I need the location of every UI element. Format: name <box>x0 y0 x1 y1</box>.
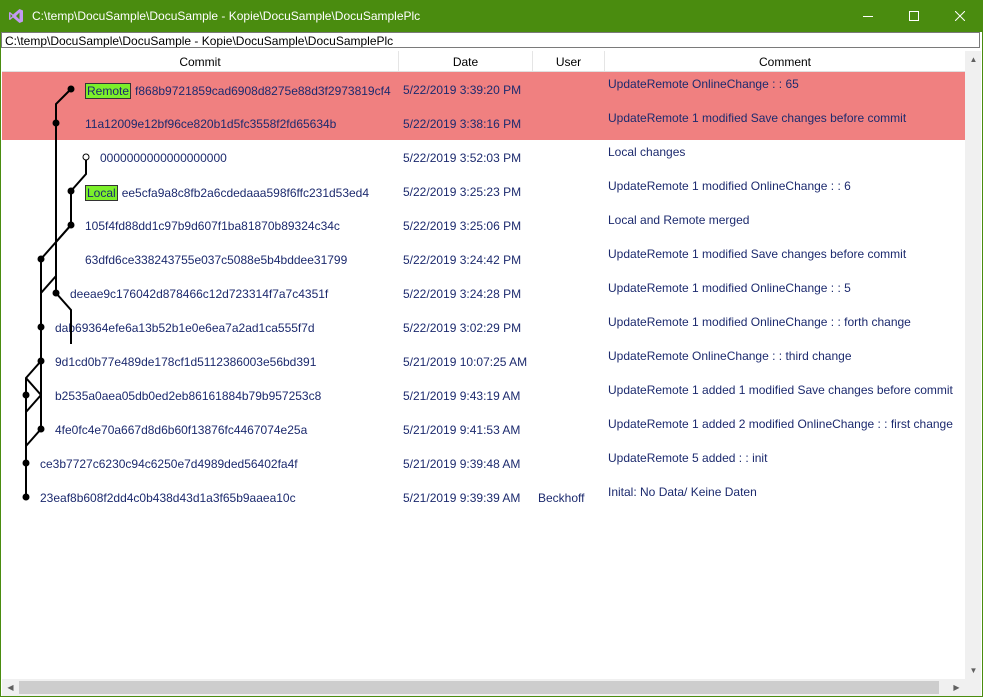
close-button[interactable] <box>937 0 983 32</box>
close-icon <box>955 11 965 21</box>
repository-path-field[interactable]: C:\temp\DocuSample\DocuSample - Kopie\Do… <box>1 32 980 48</box>
commit-hash: 63dfd6ce338243755e037c5088e5b4bddee31799 <box>85 253 348 267</box>
commit-date: 5/21/2019 9:41:53 AM <box>403 423 521 437</box>
horizontal-scroll-thumb[interactable] <box>19 681 939 694</box>
commit-comment: UpdateRemote 1 modified Save changes bef… <box>608 111 907 125</box>
window-title: C:\temp\DocuSample\DocuSample - Kopie\Do… <box>32 9 421 23</box>
commit-date: 5/22/2019 3:25:06 PM <box>403 219 522 233</box>
commit-row[interactable]: 63dfd6ce338243755e037c5088e5b4bddee31799… <box>2 242 965 276</box>
commit-comment: UpdateRemote 5 added : : init <box>608 451 768 465</box>
commit-row[interactable]: 105f4fd88dd1c97b9d607f1ba81870b89324c34c… <box>2 208 965 242</box>
commit-date: 5/22/2019 3:02:29 PM <box>403 321 522 335</box>
commit-comment: UpdateRemote 1 modified OnlineChange : :… <box>608 315 911 329</box>
graph-node <box>22 391 30 399</box>
commit-hash: 105f4fd88dd1c97b9d607f1ba81870b89324c34c <box>85 219 340 233</box>
commit-comment: UpdateRemote 1 modified OnlineChange : :… <box>608 281 851 295</box>
commit-row[interactable]: Local ee5cfa9a8c8fb2a6cdedaaa598f6ffc231d… <box>2 174 965 208</box>
commit-cell: 11a12009e12bf96ce820b1d5fc3558f2fd65634b <box>85 117 336 131</box>
commit-date: 5/22/2019 3:52:03 PM <box>403 151 522 165</box>
commit-date: 5/22/2019 3:39:20 PM <box>403 83 522 97</box>
commit-comment: UpdateRemote 1 added 1 modified Save cha… <box>608 383 953 397</box>
column-header-comment[interactable]: Comment <box>605 51 965 71</box>
column-header-user[interactable]: User <box>533 51 605 71</box>
commit-hash: f868b9721859cad6908d8275e88d3f2973819cf4 <box>135 84 391 98</box>
graph-node <box>37 323 45 331</box>
commit-row[interactable]: dab69364efe6a13b52b1e0e6ea7a2ad1ca555f7d… <box>2 310 965 344</box>
commit-row[interactable]: ce3b7727c6230c94c6250e7d4989ded56402fa4f… <box>2 446 965 480</box>
commit-comment: Inital: No Data/ Keine Daten <box>608 485 757 499</box>
graph-node-local-changes <box>82 153 90 161</box>
commit-date: 5/22/2019 3:25:23 PM <box>403 185 522 199</box>
scroll-down-icon[interactable]: ▼ <box>965 662 981 679</box>
commit-cell: 105f4fd88dd1c97b9d607f1ba81870b89324c34c <box>85 219 340 233</box>
commit-date: 5/21/2019 9:43:19 AM <box>403 389 521 403</box>
commit-row[interactable]: Remote f868b9721859cad6908d8275e88d3f2973… <box>2 72 965 106</box>
scrollbar-corner <box>965 679 981 696</box>
commit-row[interactable]: b2535a0aea05db0ed2eb86161884b79b957253c8… <box>2 378 965 412</box>
commit-user: Beckhoff <box>538 491 585 505</box>
commit-comment: Local and Remote merged <box>608 213 750 227</box>
graph-node <box>52 289 60 297</box>
vertical-scrollbar[interactable]: ▲ ▼ <box>965 51 981 679</box>
commit-cell: Remote f868b9721859cad6908d8275e88d3f2973… <box>85 83 391 99</box>
column-header-date[interactable]: Date <box>399 51 533 71</box>
commit-date: 5/21/2019 9:39:39 AM <box>403 491 521 505</box>
commit-comment: UpdateRemote 1 modified OnlineChange : :… <box>608 179 851 193</box>
commit-comment: UpdateRemote 1 added 2 modified OnlineCh… <box>608 417 953 431</box>
commit-date: 5/22/2019 3:38:16 PM <box>403 117 522 131</box>
commit-row[interactable]: 0000000000000000000 5/22/2019 3:52:03 PM L… <box>2 140 965 174</box>
graph-node <box>52 119 60 127</box>
graph-node <box>67 85 75 93</box>
horizontal-scrollbar[interactable]: ◀ ▶ <box>2 679 965 696</box>
graph-node <box>67 187 75 195</box>
commit-row[interactable]: deeae9c176042d878466c12d723314f7a7c4351f… <box>2 276 965 310</box>
scroll-left-icon[interactable]: ◀ <box>2 679 19 696</box>
commit-date: 5/21/2019 10:07:25 AM <box>403 355 528 369</box>
commit-row[interactable]: 11a12009e12bf96ce820b1d5fc3558f2fd65634b… <box>2 106 965 140</box>
graph-node <box>67 221 75 229</box>
maximize-button[interactable] <box>891 0 937 32</box>
commit-comment: UpdateRemote 1 modified Save changes bef… <box>608 247 907 261</box>
commit-comment: Local changes <box>608 145 686 159</box>
commit-comment: UpdateRemote OnlineChange : : third chan… <box>608 349 852 363</box>
graph-node <box>37 425 45 433</box>
graph-branch-remote <box>55 88 72 344</box>
commit-row[interactable]: 4fe0fc4e70a667d8d6b60f13876fc4467074e25a… <box>2 412 965 446</box>
maximize-icon <box>909 11 919 21</box>
commit-date: 5/22/2019 3:24:28 PM <box>403 287 522 301</box>
minimize-icon <box>863 16 873 17</box>
graph-branch-side <box>25 361 42 446</box>
commit-hash: ee5cfa9a8c8fb2a6cdedaaa598f6ffc231d53ed4 <box>121 186 370 200</box>
scroll-right-icon[interactable]: ▶ <box>948 679 965 696</box>
main-window: C:\temp\DocuSample\DocuSample - Kopie\Do… <box>1 32 982 696</box>
title-bar[interactable]: C:\temp\DocuSample\DocuSample - Kopie\Do… <box>0 0 983 32</box>
column-header-commit[interactable]: Commit <box>2 51 399 71</box>
commit-hash: 11a12009e12bf96ce820b1d5fc3558f2fd65634b <box>85 117 337 131</box>
visual-studio-icon <box>9 9 23 23</box>
commit-cell: 63dfd6ce338243755e037c5088e5b4bddee31799 <box>85 253 347 267</box>
graph-node <box>37 255 45 263</box>
minimize-button[interactable] <box>845 0 891 32</box>
commit-grid: Commit Date User Comment Remote f868b9721… <box>2 51 981 696</box>
commit-graph <box>22 85 90 501</box>
commit-comment: UpdateRemote OnlineChange : : 65 <box>608 77 799 91</box>
commit-row[interactable]: 9d1cd0b77e489de178cf1d5112386003e56bd391… <box>2 344 965 378</box>
graph-node <box>37 357 45 365</box>
scroll-up-icon[interactable]: ▲ <box>965 51 981 68</box>
graph-branch-feature <box>25 377 42 447</box>
commit-date: 5/21/2019 9:39:48 AM <box>403 457 521 471</box>
commit-cell: Local ee5cfa9a8c8fb2a6cdedaaa598f6ffc231d… <box>85 185 369 201</box>
grid-header: Commit Date User Comment <box>2 51 965 72</box>
commit-row[interactable]: 23eaf8b608f2dd4c0b438d43d1a3f65b9aaea10c… <box>2 480 965 514</box>
commit-date: 5/22/2019 3:24:42 PM <box>403 253 522 267</box>
